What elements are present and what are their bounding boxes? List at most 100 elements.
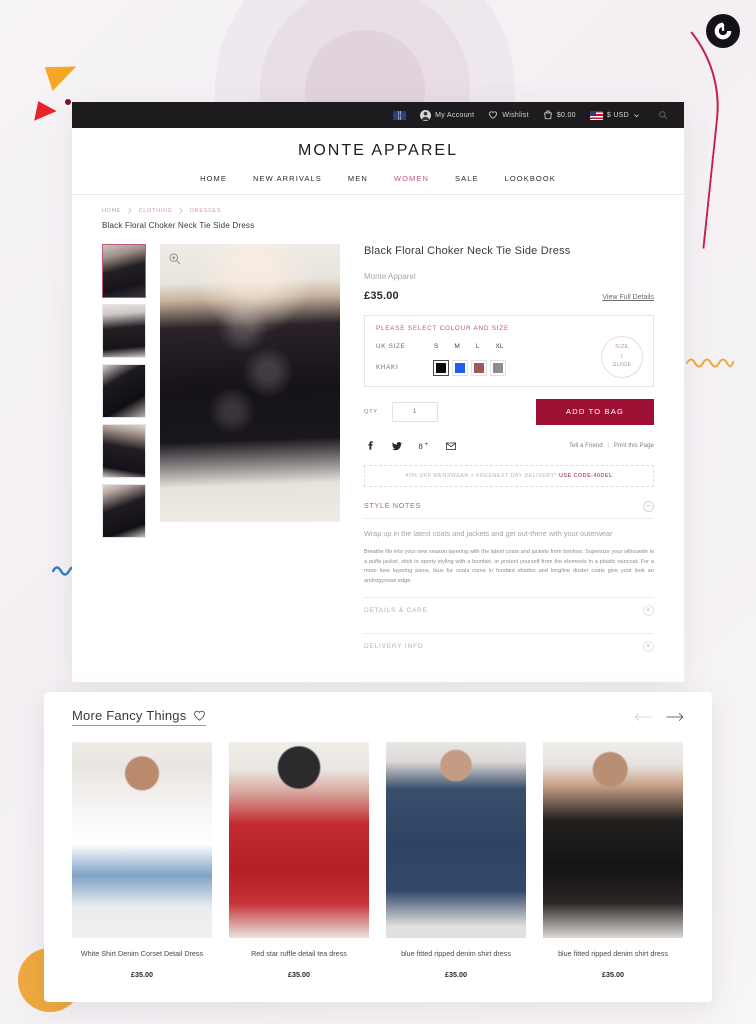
accordion-delivery-info[interactable]: DELIVERY INFO + (364, 632, 654, 659)
nav-item-lookbook[interactable]: LOOKBOOK (505, 174, 556, 183)
breadcrumb-clothing[interactable]: CLOTHING (139, 208, 173, 214)
utility-topbar: My Account Wishlist $0.00 $ USD (72, 102, 684, 128)
chevron-down-icon (633, 112, 640, 119)
site-logo-badge[interactable] (706, 14, 740, 48)
product-card-image[interactable] (72, 742, 212, 938)
product-brand: Monte Apparel (364, 271, 416, 281)
minus-icon: – (643, 500, 654, 512)
my-account-link[interactable]: My Account (420, 109, 475, 121)
thumbnail-4[interactable] (102, 424, 146, 478)
google-plus-icon[interactable]: 8 + (418, 440, 430, 452)
thumbnail-1[interactable] (102, 244, 146, 298)
style-notes-body: Breathe life into your new season layeri… (364, 548, 654, 585)
carousel-title: More Fancy Things (72, 708, 207, 726)
product-section: Black Floral Choker Neck Tie Side Dress … (72, 230, 684, 659)
quantity-label: QTY (364, 408, 378, 415)
breadcrumb: HOME ❯ CLOTHING ❯ DRESSES (72, 195, 684, 214)
accordion-details-label: DETAILS & CARE (364, 606, 428, 614)
carousel-next-arrow-icon[interactable] (666, 710, 684, 724)
breadcrumb-dresses[interactable]: DRESSES (190, 208, 221, 214)
heart-icon (488, 110, 498, 120)
colour-swatches (433, 359, 506, 376)
product-card-list: White Shirt Denim Corset Detail Dress £3… (72, 742, 684, 979)
search-button[interactable] (658, 110, 668, 120)
product-card-image[interactable] (543, 742, 683, 938)
us-flag-icon (589, 110, 603, 120)
ruler-icon: ↕ (620, 352, 624, 360)
wishlist-link[interactable]: Wishlist (488, 110, 529, 120)
thumbnail-2[interactable] (102, 304, 146, 358)
product-card[interactable]: blue fitted ripped denim shirt dress £35… (543, 742, 683, 979)
main-navigation: HOME NEW ARRIVALS MEN WOMEN SALE LOOKBOO… (72, 160, 684, 195)
swatch-blue[interactable] (452, 359, 468, 376)
thumbnail-list (102, 244, 146, 659)
swatch-brown[interactable] (471, 359, 487, 376)
plus-icon: + (643, 604, 654, 616)
nav-item-men[interactable]: MEN (348, 174, 368, 183)
accordion-details-and-care[interactable]: DETAILS & CARE + (364, 596, 654, 623)
swatch-grey[interactable] (490, 359, 506, 376)
style-notes-header[interactable]: STYLE NOTES – (364, 500, 654, 519)
site-brand-title: MONTE APPAREL (298, 142, 458, 159)
logo-mark-icon (714, 22, 732, 40)
size-option-xl[interactable]: XL (495, 343, 503, 350)
share-links-separator: | (607, 442, 610, 450)
share-row: 8 + Tell a Friend | Print this Page (364, 440, 654, 452)
size-option-m[interactable]: M (454, 343, 459, 350)
size-option-l[interactable]: L (476, 343, 480, 350)
brand-header: MONTE APPAREL (72, 128, 684, 160)
language-selector[interactable] (393, 110, 407, 120)
size-guide-button[interactable]: SIZE ↕ GUIDE (601, 335, 643, 378)
product-info-column: Black Floral Choker Neck Tie Side Dress … (354, 244, 654, 659)
site-frame: My Account Wishlist $0.00 $ USD MONTE AP… (72, 102, 684, 682)
carousel-prev-arrow-icon[interactable] (634, 710, 652, 724)
nav-item-home[interactable]: HOME (200, 174, 227, 183)
share-links: Tell a Friend | Print this Page (569, 442, 654, 449)
size-guide-line1: SIZE (615, 343, 629, 350)
product-card-image[interactable] (386, 742, 526, 938)
product-price: £35.00 (364, 289, 399, 302)
currency-label: $ USD (606, 111, 629, 119)
thumbnail-3[interactable] (102, 364, 146, 418)
add-to-bag-button[interactable]: ADD TO BAG (536, 398, 654, 425)
nav-item-new-arrivals[interactable]: NEW ARRIVALS (253, 174, 322, 183)
size-option-s[interactable]: S (434, 343, 438, 350)
product-card-price: £35.00 (288, 970, 310, 980)
product-card[interactable]: blue fitted ripped denim shirt dress £35… (386, 742, 526, 979)
swatch-black[interactable] (433, 359, 449, 376)
view-full-details-link[interactable]: View Full Details (602, 294, 654, 301)
breadcrumb-separator-icon: ❯ (127, 208, 133, 214)
my-account-label: My Account (435, 111, 475, 119)
product-card-image[interactable] (229, 742, 369, 938)
style-notes-lede: Wrap up in the latest coats and jackets … (364, 528, 613, 538)
cart-link[interactable]: $0.00 (543, 110, 576, 120)
facebook-icon[interactable] (364, 440, 376, 452)
price-row: £35.00 View Full Details (364, 290, 654, 302)
product-card[interactable]: White Shirt Denim Corset Detail Dress £3… (72, 742, 212, 979)
twitter-icon[interactable] (391, 440, 403, 452)
product-hero-image[interactable] (160, 244, 340, 522)
product-card-price: £35.00 (602, 970, 624, 980)
product-card[interactable]: Red star ruffle detail tea dress £35.00 (229, 742, 369, 979)
thumbnail-5[interactable] (102, 484, 146, 538)
accordion-delivery-label: DELIVERY INFO (364, 642, 424, 650)
quantity-input[interactable] (391, 401, 438, 422)
currency-selector[interactable]: $ USD (589, 110, 640, 120)
nav-item-women[interactable]: WOMEN (394, 174, 429, 183)
carousel-arrows (634, 710, 684, 724)
product-card-name: Red star ruffle detail tea dress (251, 949, 347, 958)
related-products-panel: More Fancy Things White Shirt Denim Cors… (44, 692, 712, 1002)
breadcrumb-home[interactable]: HOME (102, 208, 121, 214)
quantity-row: QTY ADD TO BAG (364, 398, 654, 425)
decorative-red-triangle (34, 101, 58, 125)
carousel-title-text: More Fancy Things (72, 708, 187, 723)
email-icon[interactable] (445, 440, 457, 452)
svg-text:+: + (425, 442, 429, 448)
tell-a-friend-link[interactable]: Tell a Friend (569, 442, 603, 449)
product-card-price: £35.00 (131, 970, 153, 980)
svg-text:8: 8 (419, 441, 423, 451)
print-page-link[interactable]: Print this Page (614, 442, 654, 449)
size-options: S M L XL (434, 343, 503, 350)
zoom-in-icon[interactable] (168, 252, 181, 265)
nav-item-sale[interactable]: SALE (455, 174, 479, 183)
